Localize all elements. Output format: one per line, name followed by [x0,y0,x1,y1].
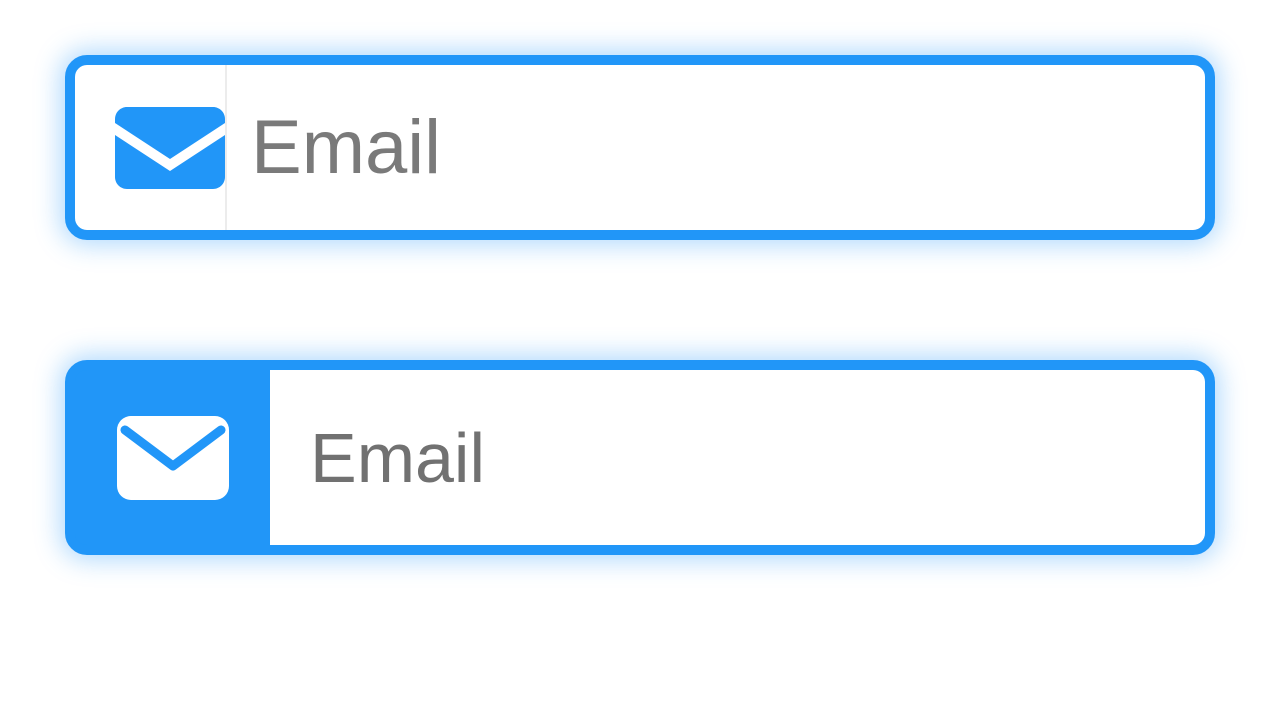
envelope-icon [115,107,225,189]
email-field-outline[interactable] [65,55,1215,240]
envelope-icon [75,370,270,545]
email-input-a[interactable] [225,65,1228,230]
email-field-addon[interactable] [65,360,1215,555]
email-input-b[interactable] [270,370,1215,545]
